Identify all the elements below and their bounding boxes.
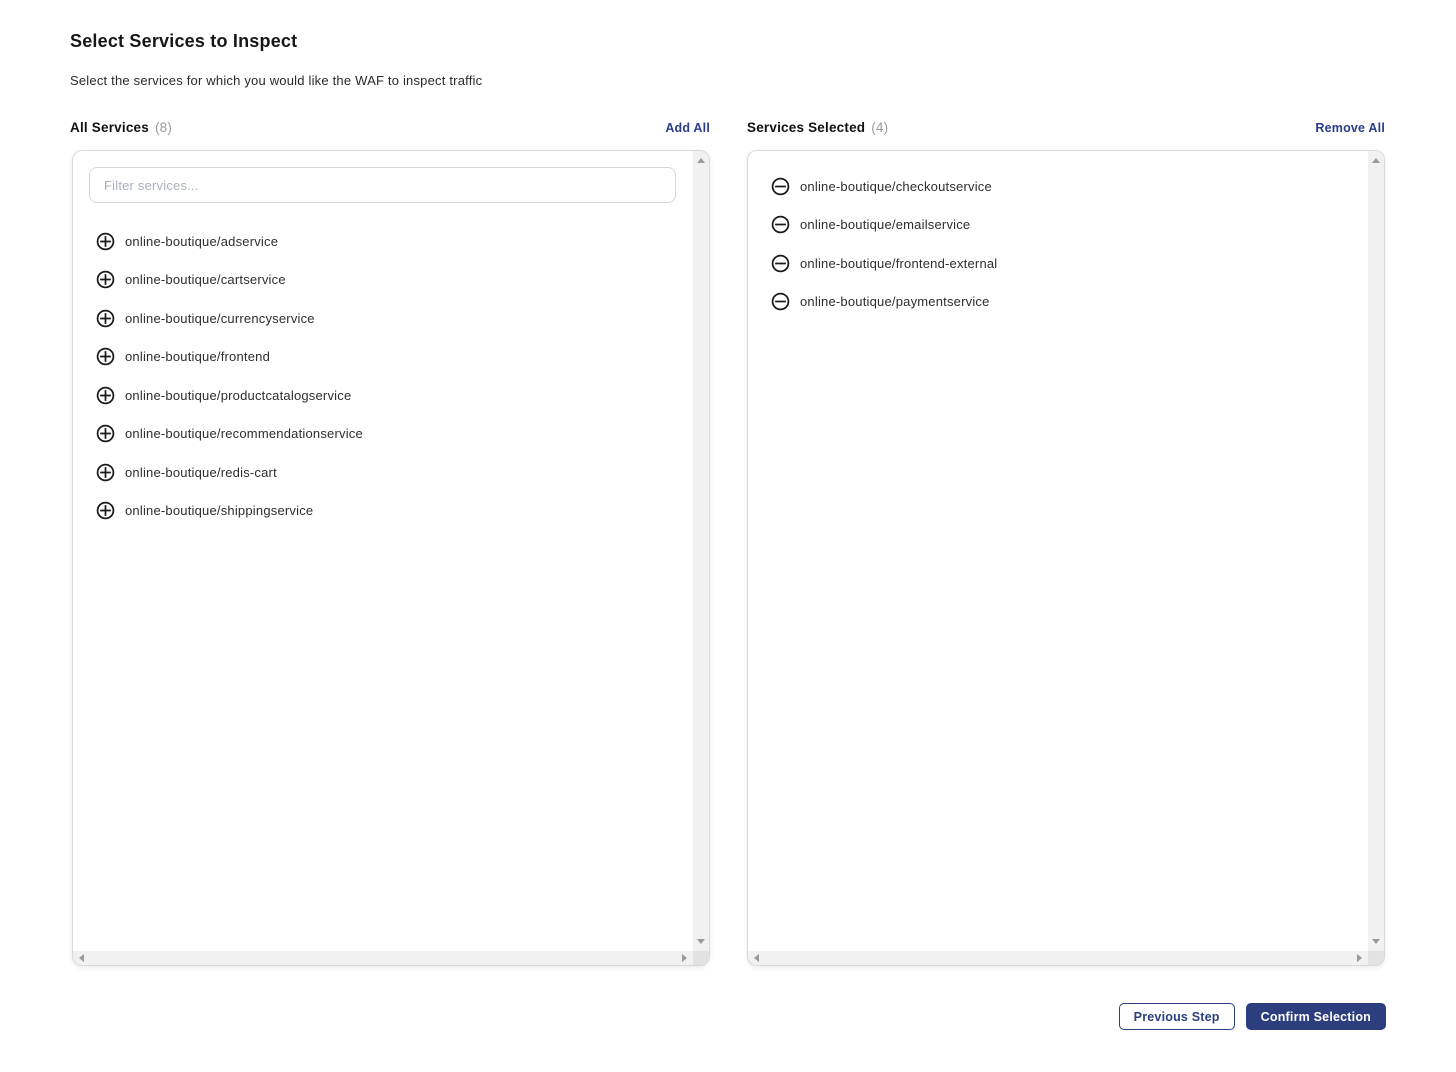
selected-services-label: Services Selected — [747, 120, 865, 135]
service-row[interactable]: online-boutique/emailservice — [764, 206, 1351, 245]
vertical-scrollbar[interactable] — [693, 151, 709, 951]
service-row[interactable]: online-boutique/paymentservice — [764, 283, 1351, 322]
page-subtitle: Select the services for which you would … — [70, 73, 482, 88]
scroll-down-icon[interactable] — [1372, 939, 1380, 944]
selected-services-panel: online-boutique/checkoutservice online-b… — [747, 150, 1385, 966]
scroll-left-icon[interactable] — [754, 954, 759, 962]
service-row[interactable]: online-boutique/cartservice — [89, 261, 676, 300]
add-service-icon[interactable] — [96, 463, 115, 482]
all-services-label: All Services — [70, 120, 149, 135]
remove-service-icon[interactable] — [771, 292, 790, 311]
scrollbar-corner — [1368, 951, 1384, 965]
scroll-right-icon[interactable] — [682, 954, 687, 962]
add-service-icon[interactable] — [96, 347, 115, 366]
service-row[interactable]: online-boutique/redis-cart — [89, 453, 676, 492]
service-name: online-boutique/checkoutservice — [800, 179, 992, 194]
service-row[interactable]: online-boutique/frontend — [89, 338, 676, 377]
service-row[interactable]: online-boutique/frontend-external — [764, 244, 1351, 283]
service-row[interactable]: online-boutique/checkoutservice — [764, 167, 1351, 206]
add-service-icon[interactable] — [96, 386, 115, 405]
service-name: online-boutique/cartservice — [125, 272, 286, 287]
selected-services-list: online-boutique/checkoutservice online-b… — [764, 167, 1351, 321]
previous-step-button[interactable]: Previous Step — [1119, 1003, 1235, 1030]
all-services-header: All Services (8) Add All — [70, 119, 710, 137]
service-name: online-boutique/frontend-external — [800, 256, 997, 271]
scroll-up-icon[interactable] — [697, 158, 705, 163]
scroll-down-icon[interactable] — [697, 939, 705, 944]
service-name: online-boutique/emailservice — [800, 217, 970, 232]
horizontal-scrollbar[interactable] — [73, 951, 693, 965]
remove-service-icon[interactable] — [771, 254, 790, 273]
service-name: online-boutique/redis-cart — [125, 465, 277, 480]
add-service-icon[interactable] — [96, 232, 115, 251]
selected-services-count: (4) — [871, 120, 888, 135]
selected-services-heading: Services Selected (4) — [747, 119, 888, 137]
horizontal-scrollbar[interactable] — [748, 951, 1368, 965]
all-services-list: online-boutique/adservice online-boutiqu… — [89, 167, 676, 530]
filter-services-input[interactable] — [89, 167, 676, 203]
footer-actions: Previous Step Confirm Selection — [1119, 1003, 1386, 1030]
scrollbar-corner — [693, 951, 709, 965]
all-services-panel: online-boutique/adservice online-boutiqu… — [72, 150, 710, 966]
service-name: online-boutique/currencyservice — [125, 311, 315, 326]
remove-service-icon[interactable] — [771, 177, 790, 196]
scroll-left-icon[interactable] — [79, 954, 84, 962]
service-name: online-boutique/shippingservice — [125, 503, 313, 518]
service-row[interactable]: online-boutique/adservice — [89, 222, 676, 261]
add-service-icon[interactable] — [96, 501, 115, 520]
scroll-up-icon[interactable] — [1372, 158, 1380, 163]
all-services-heading: All Services (8) — [70, 119, 172, 137]
service-row[interactable]: online-boutique/recommendationservice — [89, 415, 676, 454]
service-row[interactable]: online-boutique/shippingservice — [89, 492, 676, 531]
remove-service-icon[interactable] — [771, 215, 790, 234]
service-name: online-boutique/adservice — [125, 234, 278, 249]
service-name: online-boutique/productcatalogservice — [125, 388, 351, 403]
scroll-right-icon[interactable] — [1357, 954, 1362, 962]
add-service-icon[interactable] — [96, 424, 115, 443]
selected-services-header: Services Selected (4) Remove All — [747, 119, 1385, 137]
add-all-link[interactable]: Add All — [665, 121, 710, 135]
service-name: online-boutique/recommendationservice — [125, 426, 363, 441]
service-name: online-boutique/paymentservice — [800, 294, 990, 309]
all-services-count: (8) — [155, 120, 172, 135]
page-title: Select Services to Inspect — [70, 31, 297, 52]
service-row[interactable]: online-boutique/currencyservice — [89, 299, 676, 338]
confirm-selection-button[interactable]: Confirm Selection — [1246, 1003, 1386, 1030]
remove-all-link[interactable]: Remove All — [1315, 121, 1385, 135]
add-service-icon[interactable] — [96, 270, 115, 289]
vertical-scrollbar[interactable] — [1368, 151, 1384, 951]
service-name: online-boutique/frontend — [125, 349, 270, 364]
add-service-icon[interactable] — [96, 309, 115, 328]
service-row[interactable]: online-boutique/productcatalogservice — [89, 376, 676, 415]
